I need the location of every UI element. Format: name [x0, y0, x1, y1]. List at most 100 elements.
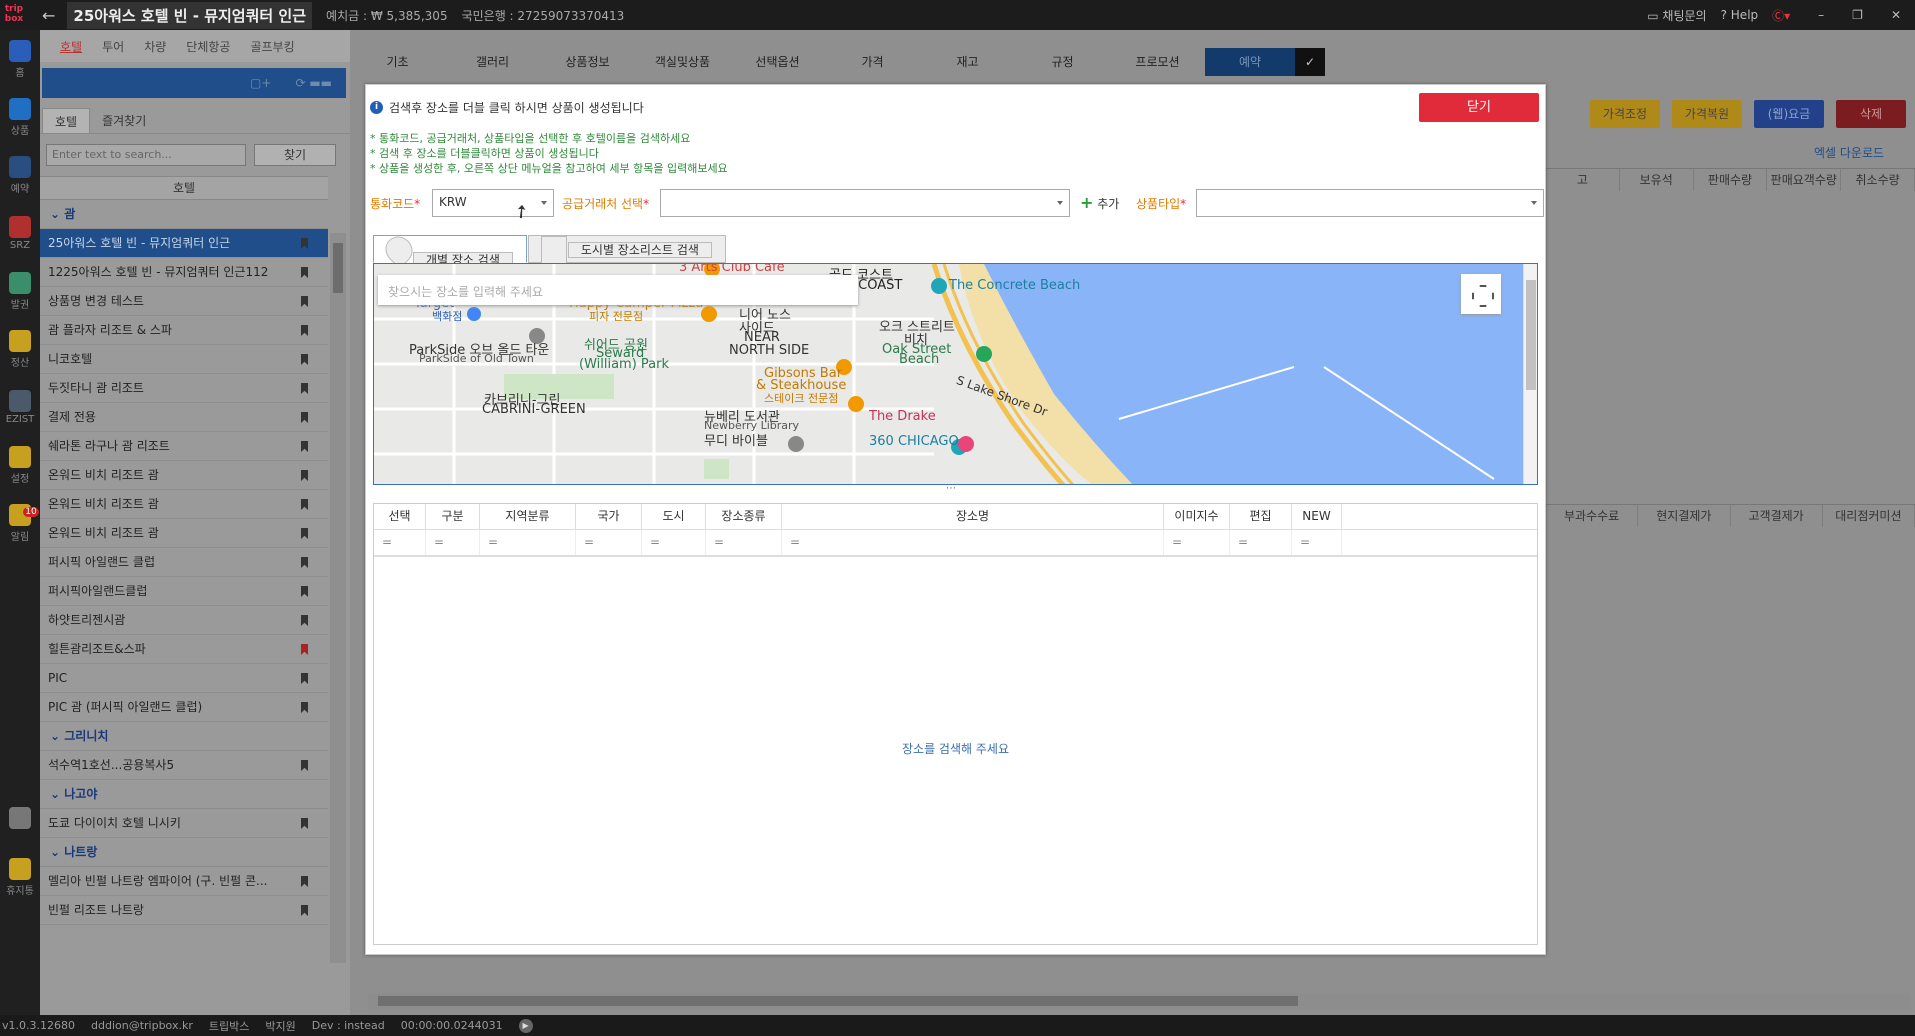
column-header-4[interactable]: 도시	[642, 504, 706, 529]
nav-item-2[interactable]: 예약	[0, 146, 40, 204]
list-item[interactable]: PIC 괌 (퍼시픽 아일랜드 클럽)	[40, 693, 328, 722]
list-item[interactable]: PIC	[40, 664, 328, 693]
close-dialog-button[interactable]: 닫기	[1419, 93, 1539, 122]
list-item[interactable]: 하얏트리젠시괌	[40, 606, 328, 635]
tab-4[interactable]: 선택옵션	[730, 48, 825, 76]
filter-cell[interactable]: =	[1292, 530, 1342, 555]
bookmark-icon[interactable]	[301, 325, 308, 336]
main-horizontal-scrollbar[interactable]	[368, 993, 1910, 1009]
filter-cell[interactable]: =	[706, 530, 782, 555]
play-icon[interactable]: ▶	[518, 1018, 533, 1033]
list-item[interactable]: 도쿄 다이이치 호텔 니시키	[40, 809, 328, 838]
nav-item-0[interactable]: 홈	[0, 30, 40, 88]
tab-6[interactable]: 재고	[920, 48, 1015, 76]
nav-item-9[interactable]	[0, 790, 40, 848]
bookmark-icon[interactable]	[301, 441, 308, 452]
bookmark-icon[interactable]	[301, 528, 308, 539]
tab-9[interactable]: 예약	[1205, 48, 1295, 76]
bookmark-icon[interactable]	[301, 760, 308, 771]
bookmark-icon[interactable]	[301, 818, 308, 829]
column-header-7[interactable]: 이미지수	[1164, 504, 1230, 529]
bookmark-icon[interactable]	[301, 586, 308, 597]
product-type-select[interactable]	[1196, 189, 1544, 217]
bookmark-icon[interactable]	[301, 354, 308, 365]
subtab-1[interactable]: 즐겨찾기	[90, 108, 158, 133]
bookmark-icon[interactable]	[301, 905, 308, 916]
list-item[interactable]: 힐튼괌리조트&스파	[40, 635, 328, 664]
column-header-6[interactable]: 장소명	[782, 504, 1164, 529]
bookmark-icon[interactable]	[301, 470, 308, 481]
nav-item-5[interactable]: 정산	[0, 320, 40, 378]
column-header-3[interactable]: 국가	[576, 504, 642, 529]
list-item[interactable]: 퍼시픽아일랜드클럽	[40, 577, 328, 606]
filter-cell[interactable]: =	[782, 530, 1164, 555]
tab-0[interactable]: 호텔	[50, 38, 92, 55]
list-item[interactable]: 결제 전용	[40, 403, 328, 432]
bookmark-icon[interactable]	[301, 412, 308, 423]
tab-2[interactable]: 상품정보	[540, 48, 635, 76]
add-icon[interactable]: ▢+	[250, 76, 271, 90]
tab-1[interactable]: 투어	[92, 38, 134, 55]
column-header-5[interactable]: 장소종류	[706, 504, 782, 529]
filter-cell[interactable]: =	[374, 530, 426, 555]
tab-place-search[interactable]: 개별 장소 검색	[373, 230, 527, 270]
group-header[interactable]: ⌄ 나고야	[40, 780, 328, 809]
close-window-button[interactable]: ✕	[1891, 8, 1901, 22]
bookmark-icon[interactable]	[301, 615, 308, 626]
filter-cell[interactable]: =	[576, 530, 642, 555]
filter-cell[interactable]: =	[426, 530, 480, 555]
price-restore-button[interactable]: 가격복원	[1672, 100, 1742, 128]
bookmark-icon[interactable]	[301, 644, 308, 655]
chat-button[interactable]: ▭ 채팅문의	[1647, 7, 1706, 24]
column-header-9[interactable]: NEW	[1292, 504, 1342, 529]
list-item[interactable]: 쉐라톤 라구나 괌 리조트	[40, 432, 328, 461]
price-adjust-button[interactable]: 가격조정	[1590, 100, 1660, 128]
list-item[interactable]: 니코호텔	[40, 345, 328, 374]
column-header-0[interactable]: 선택	[374, 504, 426, 529]
tab-0[interactable]: 기초	[350, 48, 445, 76]
add-supplier-button[interactable]: + 추가	[1076, 189, 1119, 217]
minimize-button[interactable]: –	[1818, 8, 1824, 22]
nav-item-3[interactable]: SRZ	[0, 204, 40, 262]
list-item[interactable]: 멜리아 빈펄 나트랑 엠파이어 (구. 빈펄 콘...	[40, 867, 328, 896]
group-header[interactable]: ⌄ 괌	[40, 200, 328, 229]
nav-item-4[interactable]: 발권	[0, 262, 40, 320]
list-item[interactable]: 두짓타니 괌 리조트	[40, 374, 328, 403]
currency-menu-icon[interactable]: Ⓒ▾	[1772, 7, 1790, 24]
bookmark-icon[interactable]	[301, 383, 308, 394]
column-header-1[interactable]: 구분	[426, 504, 480, 529]
nav-item-1[interactable]: 상품	[0, 88, 40, 146]
column-header-8[interactable]: 편집	[1230, 504, 1292, 529]
list-item[interactable]: 1225아워스 호텔 빈 - 뮤지엄쿼터 인근112	[40, 258, 328, 287]
list-item[interactable]: 빈펄 리조트 나트랑	[40, 896, 328, 925]
back-arrow-icon[interactable]: ←	[42, 6, 55, 25]
tab-2[interactable]: 차량	[134, 38, 176, 55]
restore-button[interactable]: ❐	[1852, 8, 1863, 22]
bookmark-icon[interactable]	[301, 238, 308, 249]
tab-1[interactable]: 갤러리	[445, 48, 540, 76]
hotel-search-button[interactable]: 찾기	[254, 144, 336, 166]
list-item[interactable]: 석수역1호선...공용복사5	[40, 751, 328, 780]
resize-handle-icon[interactable]: ⋯	[946, 483, 956, 494]
filter-cell[interactable]: =	[480, 530, 576, 555]
tab-5[interactable]: 가격	[825, 48, 920, 76]
tab-4[interactable]: 골프부킹	[240, 38, 304, 55]
bookmark-icon[interactable]	[301, 673, 308, 684]
hotel-search-input[interactable]: Enter text to search...	[46, 144, 246, 166]
bookmark-icon[interactable]	[301, 557, 308, 568]
delete-button[interactable]: 삭제	[1836, 100, 1906, 128]
bookmark-icon[interactable]	[301, 499, 308, 510]
bookmark-icon[interactable]	[301, 267, 308, 278]
group-header[interactable]: ⌄ 그리니치	[40, 722, 328, 751]
bookmark-icon[interactable]	[301, 876, 308, 887]
tab-7[interactable]: 규정	[1015, 48, 1110, 76]
filter-cell[interactable]: =	[1230, 530, 1292, 555]
list-item[interactable]: 온워드 비치 리조트 괌	[40, 461, 328, 490]
nav-item-7[interactable]: 설정	[0, 436, 40, 494]
column-header-2[interactable]: 지역분류	[480, 504, 576, 529]
hotel-list-scrollbar[interactable]	[330, 233, 346, 963]
bookmark-icon[interactable]	[301, 296, 308, 307]
excel-download-link[interactable]: 엑셀 다운로드	[1814, 144, 1884, 161]
list-item[interactable]: 온워드 비치 리조트 괌	[40, 490, 328, 519]
web-rate-button[interactable]: (웹)요금	[1754, 100, 1824, 128]
